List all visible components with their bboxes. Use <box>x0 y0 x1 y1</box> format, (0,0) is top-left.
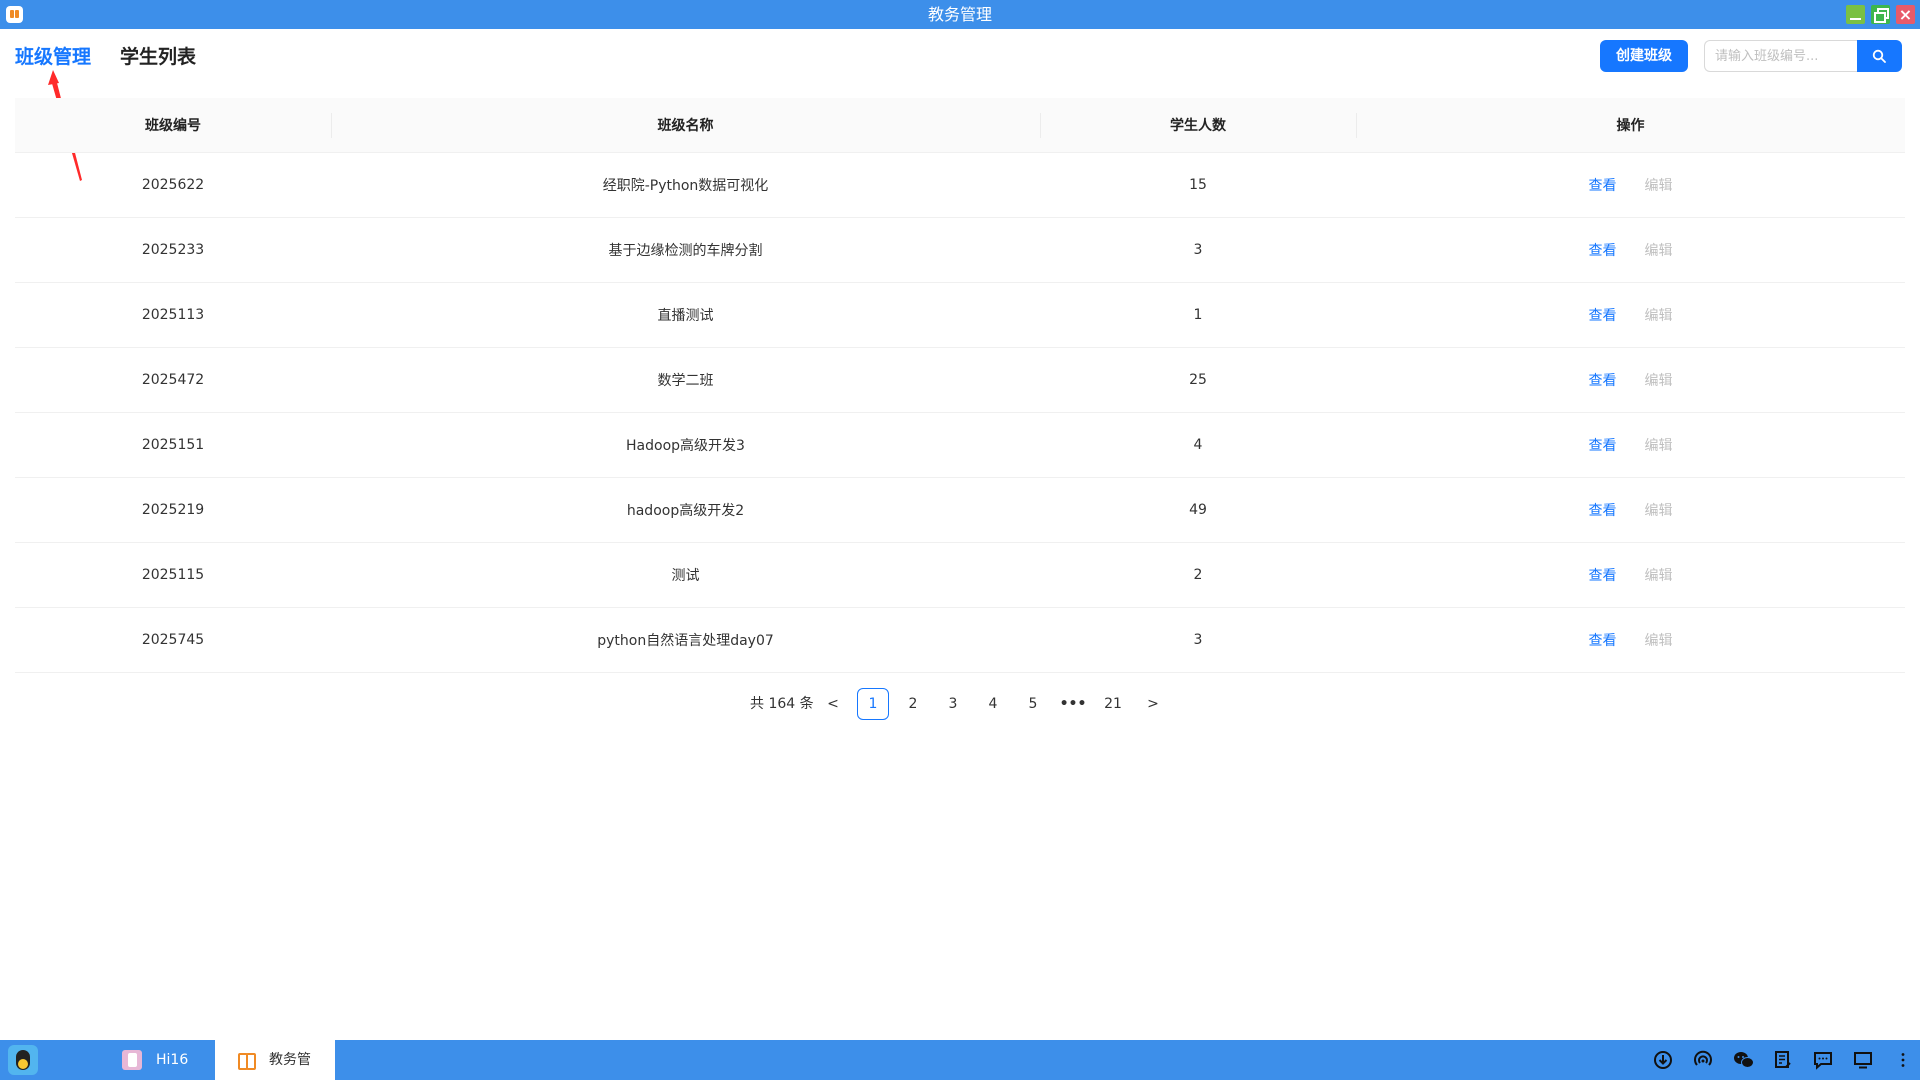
cell-student-count: 4 <box>1193 437 1203 453</box>
table-row: 2025219 hadoop高级开发2 49 查看 编辑 <box>15 478 1905 543</box>
view-link[interactable]: 查看 <box>1589 370 1617 390</box>
minimize-button[interactable] <box>1846 5 1865 24</box>
table-header: 班级编号 班级名称 学生人数 操作 <box>15 98 1905 153</box>
page-5-button[interactable]: 5 <box>1017 688 1049 720</box>
start-penguin-icon[interactable] <box>8 1045 38 1075</box>
window-title: 教务管理 <box>927 5 992 24</box>
tab-student-list[interactable]: 学生列表 <box>120 44 196 70</box>
class-table: 班级编号 班级名称 学生人数 操作 2025622 经职院-Python数据可视… <box>15 98 1905 673</box>
class-id-search-input[interactable] <box>1704 40 1857 72</box>
title-bar: 教务管理 × <box>0 0 1920 29</box>
cell-operations: 查看 编辑 <box>1356 153 1905 217</box>
edit-link[interactable]: 编辑 <box>1645 630 1673 650</box>
hotspot-icon[interactable] <box>1693 1050 1713 1070</box>
page-4-button[interactable]: 4 <box>977 688 1009 720</box>
more-icon[interactable] <box>1893 1050 1913 1070</box>
cell-operations: 查看 编辑 <box>1356 543 1905 607</box>
view-link[interactable]: 查看 <box>1589 435 1617 455</box>
table-row: 2025472 数学二班 25 查看 编辑 <box>15 348 1905 413</box>
wechat-icon[interactable] <box>1733 1050 1754 1070</box>
cell-class-name: 直播测试 <box>657 308 714 324</box>
taskbar-app-jiaowu[interactable]: 教务管 <box>215 1040 335 1080</box>
cell-operations: 查看 编辑 <box>1356 608 1905 672</box>
edit-link[interactable]: 编辑 <box>1645 370 1673 390</box>
page-2-button[interactable]: 2 <box>897 688 929 720</box>
cell-operations: 查看 编辑 <box>1356 413 1905 477</box>
view-link[interactable]: 查看 <box>1589 630 1617 650</box>
cell-class-name: 数学二班 <box>657 373 714 389</box>
view-link[interactable]: 查看 <box>1589 305 1617 325</box>
download-icon[interactable] <box>1653 1050 1673 1070</box>
view-link[interactable]: 查看 <box>1589 565 1617 585</box>
search-icon <box>1872 49 1886 63</box>
page-1-button[interactable]: 1 <box>857 688 889 720</box>
taskbar-app-hi16[interactable]: Hi16 <box>118 1040 213 1080</box>
cell-class-id: 2025745 <box>141 632 205 648</box>
cell-class-id: 2025622 <box>141 177 205 193</box>
next-page-button[interactable]: > <box>1137 688 1169 720</box>
cell-student-count: 15 <box>1189 177 1207 193</box>
header-operations: 操作 <box>1616 118 1645 134</box>
notes-icon[interactable] <box>1773 1050 1793 1070</box>
search-button[interactable] <box>1857 40 1902 72</box>
taskbar-app-label: 教务管 <box>269 1052 311 1068</box>
taskbar-app-label: Hi16 <box>156 1052 189 1068</box>
header-student-count: 学生人数 <box>1170 118 1226 134</box>
table-row: 2025233 基于边缘检测的车牌分割 3 查看 编辑 <box>15 218 1905 283</box>
hi16-app-icon <box>122 1050 142 1070</box>
cell-student-count: 1 <box>1193 307 1203 323</box>
header-class-name: 班级名称 <box>657 118 714 134</box>
cell-student-count: 25 <box>1189 372 1207 388</box>
chat-icon[interactable] <box>1813 1050 1833 1070</box>
taskbar: Hi16 教务管 <box>0 1040 1920 1080</box>
cell-class-name: 基于边缘检测的车牌分割 <box>608 243 763 259</box>
edit-link[interactable]: 编辑 <box>1645 435 1673 455</box>
table-row: 2025745 python自然语言处理day07 3 查看 编辑 <box>15 608 1905 673</box>
cell-class-id: 2025219 <box>141 502 205 518</box>
view-link[interactable]: 查看 <box>1589 500 1617 520</box>
cell-class-name: hadoop高级开发2 <box>626 503 745 519</box>
screen-icon[interactable] <box>1853 1050 1873 1070</box>
table-row: 2025151 Hadoop高级开发3 4 查看 编辑 <box>15 413 1905 478</box>
cell-class-id: 2025472 <box>141 372 205 388</box>
cell-class-name: 测试 <box>671 568 700 584</box>
book-app-icon <box>238 1053 256 1070</box>
tab-class-management[interactable]: 班级管理 <box>15 44 91 70</box>
cell-operations: 查看 编辑 <box>1356 283 1905 347</box>
cell-student-count: 3 <box>1193 632 1203 648</box>
restore-button[interactable] <box>1871 5 1890 24</box>
page-21-button[interactable]: 21 <box>1097 688 1129 720</box>
table-row: 2025113 直播测试 1 查看 编辑 <box>15 283 1905 348</box>
cell-class-name: python自然语言处理day07 <box>597 633 774 649</box>
cell-student-count: 49 <box>1189 502 1207 518</box>
cell-class-id: 2025113 <box>141 307 205 323</box>
close-button[interactable]: × <box>1896 5 1915 24</box>
cell-operations: 查看 编辑 <box>1356 348 1905 412</box>
table-row: 2025622 经职院-Python数据可视化 15 查看 编辑 <box>15 153 1905 218</box>
cell-class-name: Hadoop高级开发3 <box>626 438 745 454</box>
cell-operations: 查看 编辑 <box>1356 478 1905 542</box>
prev-page-button[interactable]: < <box>817 688 849 720</box>
table-row: 2025115 测试 2 查看 编辑 <box>15 543 1905 608</box>
cell-student-count: 2 <box>1193 567 1203 583</box>
cell-class-name: 经职院-Python数据可视化 <box>602 178 769 194</box>
edit-link[interactable]: 编辑 <box>1645 565 1673 585</box>
cell-class-id: 2025233 <box>141 242 205 258</box>
edit-link[interactable]: 编辑 <box>1645 240 1673 260</box>
cell-class-id: 2025115 <box>141 567 205 583</box>
pagination-total: 共 164 条 <box>750 696 814 712</box>
header-class-id: 班级编号 <box>145 118 201 134</box>
cell-operations: 查看 编辑 <box>1356 218 1905 282</box>
cell-student-count: 3 <box>1193 242 1203 258</box>
cell-class-id: 2025151 <box>141 437 205 453</box>
edit-link[interactable]: 编辑 <box>1645 500 1673 520</box>
view-link[interactable]: 查看 <box>1589 240 1617 260</box>
edit-link[interactable]: 编辑 <box>1645 305 1673 325</box>
page-3-button[interactable]: 3 <box>937 688 969 720</box>
jump-next-ellipsis[interactable]: ••• <box>1057 688 1089 720</box>
create-class-button[interactable]: 创建班级 <box>1600 40 1688 72</box>
view-link[interactable]: 查看 <box>1589 175 1617 195</box>
edit-link[interactable]: 编辑 <box>1645 175 1673 195</box>
